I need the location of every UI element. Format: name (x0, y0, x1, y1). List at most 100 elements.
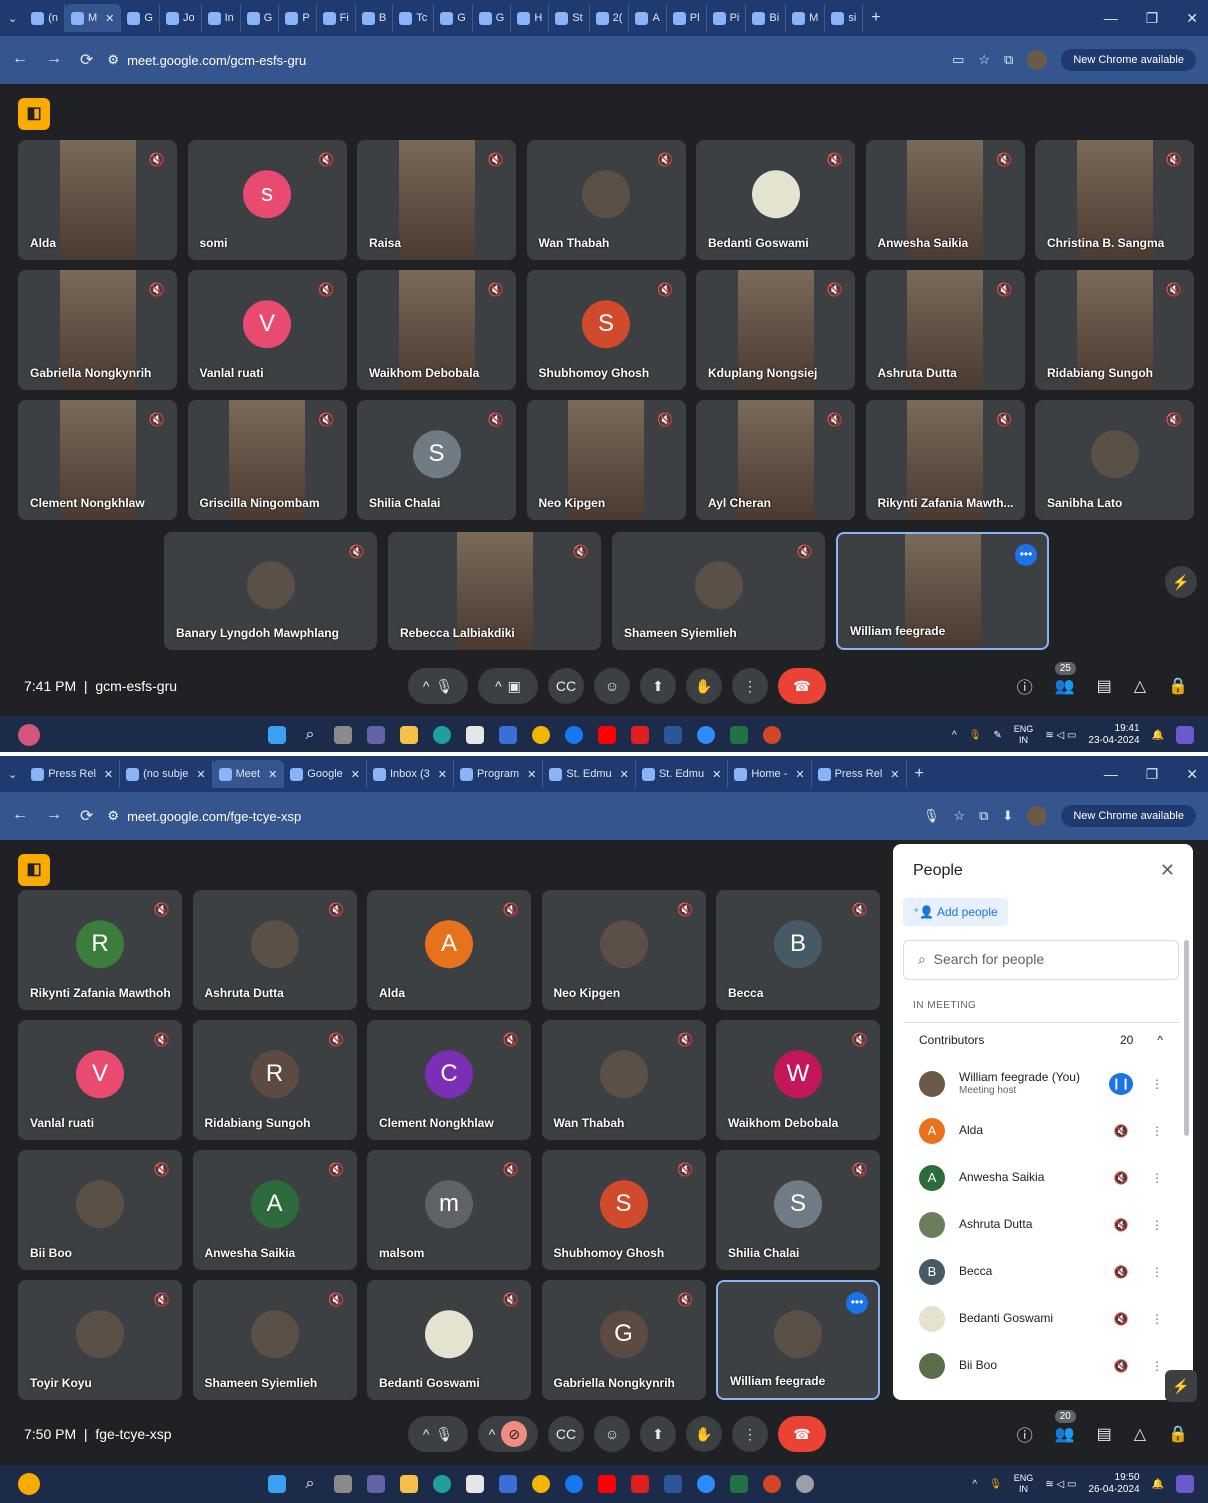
raise-hand-button[interactable]: ✋ (686, 668, 722, 704)
participant-tile[interactable]: S 🔇 Shilia Chalai (716, 1150, 880, 1270)
more-vert-icon[interactable]: ⋮ (1143, 1171, 1163, 1185)
close-tab-icon[interactable]: ✕ (196, 768, 205, 781)
meeting-details-icon[interactable]: ◧ (18, 854, 50, 886)
notification-bell-icon[interactable]: 🔔 (1152, 730, 1164, 741)
participant-tile[interactable]: W 🔇 Waikhom Debobala (716, 1020, 880, 1140)
raise-hand-button[interactable]: ✋ (686, 1416, 722, 1452)
participant-tile[interactable]: V 🔇 Vanlal ruati (187, 270, 347, 390)
companion-icon[interactable]: ⚡ (1165, 1370, 1197, 1402)
copilot-tray-icon[interactable] (1176, 1475, 1194, 1493)
copilot-tray-icon[interactable] (1176, 726, 1194, 744)
speaking-indicator-icon[interactable]: ••• (1015, 544, 1037, 566)
tray-clock[interactable]: 19:50 26-04-2024 (1088, 1472, 1139, 1496)
windows-start-icon[interactable] (268, 726, 286, 744)
browser-tab[interactable]: H (511, 4, 550, 32)
participant-tile[interactable]: S 🔇 Shubhomoy Ghosh (541, 1150, 706, 1270)
minimize-icon[interactable]: — (1104, 10, 1118, 26)
more-vert-icon[interactable]: ⋮ (1143, 1265, 1163, 1279)
participant-tile[interactable]: 🔇 Neo Kipgen (526, 400, 686, 520)
participant-tile[interactable]: 🔇 Ayl Cheran (696, 400, 855, 520)
info-icon[interactable]: ⓘ (1017, 674, 1033, 698)
close-tab-icon[interactable]: ✕ (712, 768, 721, 781)
browser-tab[interactable]: si (825, 4, 864, 32)
participant-row[interactable]: A Alda 🔇 ⋮ (903, 1107, 1179, 1154)
participant-tile[interactable]: ••• William feegrade (836, 532, 1049, 650)
close-tab-icon[interactable]: ✕ (527, 768, 536, 781)
participant-tile[interactable]: 🔇 Neo Kipgen (541, 890, 706, 1010)
pen-icon[interactable]: ✎ (993, 730, 1001, 741)
more-options-button[interactable]: ⋮ (732, 1416, 768, 1452)
reactions-button[interactable]: ☺ (594, 1416, 630, 1452)
more-vert-icon[interactable]: ⋮ (1143, 1077, 1163, 1091)
search-icon[interactable]: ⌕ (301, 1475, 319, 1493)
participant-tile[interactable]: R 🔇 Ridabiang Sungoh (192, 1020, 357, 1140)
url-text[interactable]: meet.google.com/gcm-esfs-gru (127, 53, 306, 68)
browser-tab[interactable]: Home - ✕ (728, 760, 812, 788)
captions-button[interactable]: CC (548, 668, 584, 704)
app-icon[interactable] (499, 1475, 517, 1493)
close-tab-icon[interactable]: ✕ (438, 768, 447, 781)
participant-tile[interactable]: V 🔇 Vanlal ruati (18, 1020, 182, 1140)
new-tab-button[interactable]: + (915, 765, 924, 783)
people-button[interactable]: 25 👥 (1054, 662, 1076, 696)
copilot-icon[interactable] (18, 724, 40, 746)
close-tab-icon[interactable]: ✕ (795, 768, 804, 781)
close-tab-icon[interactable]: ✕ (890, 768, 899, 781)
extensions-icon[interactable]: ⧉ (979, 808, 988, 824)
chat-icon[interactable]: ▤ (1097, 676, 1112, 696)
mic-button[interactable]: ^ 🎙 (408, 1416, 468, 1452)
participant-row[interactable]: B Becca 🔇 ⋮ (903, 1248, 1179, 1295)
language-indicator[interactable]: ENG IN (1014, 724, 1034, 746)
participant-tile[interactable]: 🔇 Shameen Syiemlieh (612, 532, 825, 650)
new-chrome-available-button[interactable]: New Chrome available (1061, 49, 1196, 71)
acrobat-icon[interactable] (631, 726, 649, 744)
browser-tab[interactable]: Press Rel ✕ (25, 760, 121, 788)
store-icon[interactable] (466, 1475, 484, 1493)
facebook-icon[interactable] (565, 1475, 583, 1493)
mic-muted-icon[interactable]: 🔇 (1109, 1312, 1133, 1326)
browser-tab[interactable]: Inbox (3 ✕ (367, 760, 454, 788)
participant-row[interactable]: Ashruta Dutta 🔇 ⋮ (903, 1201, 1179, 1248)
bookmark-star-icon[interactable]: ☆ (978, 52, 990, 68)
add-people-button[interactable]: ⁺👤 Add people (903, 898, 1008, 926)
acrobat-icon[interactable] (631, 1475, 649, 1493)
youtube-icon[interactable] (598, 726, 616, 744)
participant-tile[interactable]: C 🔇 Clement Nongkhlaw (367, 1020, 531, 1140)
reactions-button[interactable]: ☺ (594, 668, 630, 704)
participant-tile[interactable]: 🔇 Clement Nongkhlaw (18, 400, 177, 520)
participant-tile[interactable]: ••• William feegrade (716, 1280, 880, 1400)
participant-tile[interactable]: G 🔇 Gabriella Nongkynrih (541, 1280, 706, 1400)
browser-tab[interactable]: M ✕ (65, 4, 122, 32)
zoom-icon[interactable] (697, 726, 715, 744)
participant-tile[interactable]: 🔇 Griscilla Ningombam (187, 400, 347, 520)
browser-tab[interactable]: Fi (317, 4, 356, 32)
more-options-button[interactable]: ⋮ (732, 668, 768, 704)
leave-call-button[interactable]: ☎ (778, 1416, 826, 1452)
close-tab-icon[interactable]: ✕ (104, 768, 113, 781)
windows-start-icon[interactable] (268, 1475, 286, 1493)
profile-avatar[interactable] (1027, 806, 1048, 826)
browser-tab[interactable]: P (279, 4, 317, 32)
new-tab-button[interactable]: + (871, 9, 880, 27)
people-button[interactable]: 20 👥 (1054, 1410, 1076, 1444)
powerpoint-icon[interactable] (763, 1475, 781, 1493)
participant-tile[interactable]: 🔇 Bedanti Goswami (367, 1280, 531, 1400)
close-tab-icon[interactable]: ✕ (268, 768, 277, 781)
tab-search-chevron-icon[interactable]: ⌄ (8, 12, 17, 25)
chevron-up-icon[interactable]: ^ (495, 678, 502, 694)
participant-tile[interactable]: m 🔇 malsom (367, 1150, 531, 1270)
wifi-volume-battery-icon[interactable]: ≋ ◁ ▭ (1045, 1479, 1076, 1490)
excel-icon[interactable] (730, 726, 748, 744)
participant-tile[interactable]: 🔇 Alda (18, 140, 177, 260)
browser-tab[interactable]: G (434, 4, 473, 32)
chrome-icon[interactable] (532, 726, 550, 744)
browser-tab[interactable]: Pl (667, 4, 707, 32)
tray-clock[interactable]: 19:41 23-04-2024 (1088, 723, 1139, 747)
host-controls-icon[interactable]: 🔒 (1168, 1424, 1188, 1444)
participant-tile[interactable]: 🔇 Anwesha Saikia (865, 140, 1025, 260)
cast-icon[interactable]: ▭ (952, 52, 964, 68)
browser-tab[interactable]: 2( (590, 4, 630, 32)
mic-tray-icon[interactable]: 🎙 (989, 1479, 1002, 1490)
browser-tab[interactable]: Program ✕ (454, 760, 544, 788)
participant-tile[interactable]: S 🔇 Shilia Chalai (357, 400, 516, 520)
